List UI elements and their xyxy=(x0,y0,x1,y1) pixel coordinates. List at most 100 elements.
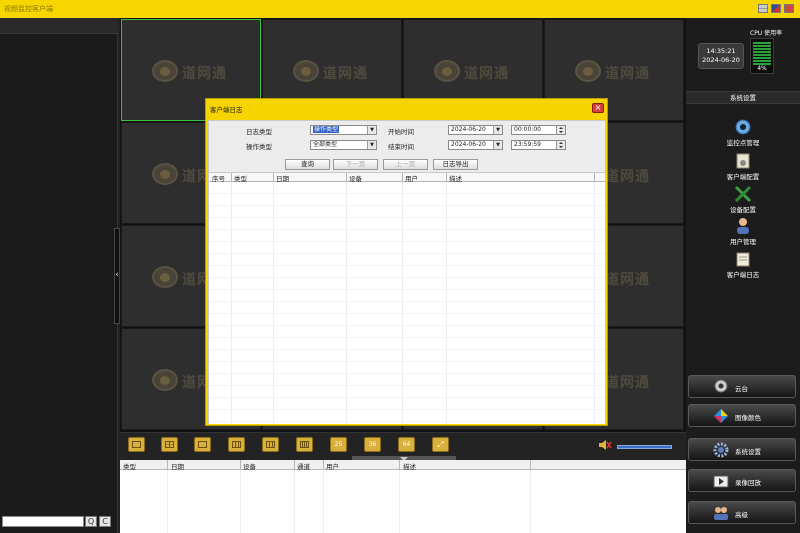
layout-16-button[interactable] xyxy=(296,437,313,452)
advanced-button[interactable]: 高级 xyxy=(688,501,796,524)
layout-1-button[interactable] xyxy=(128,437,145,452)
layout-8-icon xyxy=(266,441,275,448)
settings-icon xyxy=(713,442,729,458)
search-input[interactable] xyxy=(2,516,84,527)
chevron-down-icon: ▼ xyxy=(493,141,502,149)
playback-button[interactable]: 录像回放 xyxy=(688,469,796,492)
start-time-label: 开始时间 xyxy=(388,128,414,136)
layout-9-icon xyxy=(232,441,241,448)
log-table-body xyxy=(209,182,605,424)
watermark-text: 道网通 xyxy=(323,66,368,82)
ptz-button-label: 云台 xyxy=(735,385,748,393)
layout-9-button[interactable] xyxy=(228,437,245,452)
dialog-close-icon[interactable]: × xyxy=(592,103,604,113)
minimize-icon[interactable] xyxy=(758,4,768,13)
export-log-button[interactable]: 日志导出 xyxy=(433,159,478,170)
end-time-value: 23:59:59 xyxy=(514,141,541,148)
menu-client-log[interactable]: 客户端日志 xyxy=(704,250,782,280)
end-time-input[interactable]: 23:59:59 xyxy=(511,140,566,150)
close-icon[interactable] xyxy=(784,4,794,13)
watermark-logo: 道网通 xyxy=(575,58,655,84)
spinner-icon[interactable] xyxy=(556,141,565,149)
watermark-logo: 道网通 xyxy=(434,58,514,84)
cpu-bars xyxy=(753,42,771,65)
cloud-logo-icon xyxy=(152,60,178,82)
system-settings-header: 系统设置 xyxy=(686,91,800,104)
end-date-picker[interactable]: 2024-06-20 ▼ xyxy=(448,140,503,150)
user-icon xyxy=(737,218,749,234)
op-type-label: 操作类型 xyxy=(246,143,272,151)
layout-4-button[interactable] xyxy=(161,437,178,452)
tools-icon xyxy=(734,185,752,203)
window-title: 视频监控客户端 xyxy=(4,5,53,13)
system-settings-button[interactable]: 系统设置 xyxy=(688,438,796,461)
ptz-button[interactable]: 云台 xyxy=(688,375,796,398)
log-type-value: 操作类型 xyxy=(313,126,340,133)
op-type-select[interactable]: 全部类型 ▼ xyxy=(310,140,377,150)
log-filters: 日志类型 操作类型 ▼ 操作类型 全部类型 ▼ 开始时间 2024-06-20 … xyxy=(209,121,605,173)
event-log-table: 类型 日期 设备 通道 用户 描述 xyxy=(120,460,686,533)
advanced-button-label: 高级 xyxy=(735,511,748,519)
watermark-text: 道网通 xyxy=(605,169,650,185)
start-time-value: 00:00:00 xyxy=(514,126,541,133)
layout-6-button[interactable] xyxy=(194,437,211,452)
image-color-button-label: 图像颜色 xyxy=(735,414,761,422)
menu-user-management[interactable]: 用户管理 xyxy=(704,217,782,247)
menu-client-config[interactable]: 客户端配置 xyxy=(704,152,782,182)
mute-icon[interactable] xyxy=(598,438,612,452)
layout-16-icon xyxy=(300,441,309,448)
menu-camera-management-label: 监控点管理 xyxy=(726,139,760,147)
layout-6-icon xyxy=(198,441,207,448)
playback-button-label: 录像回放 xyxy=(735,479,761,487)
event-col-description: 描述 xyxy=(403,463,416,471)
start-time-input[interactable]: 00:00:00 xyxy=(511,125,566,135)
layout-64-button[interactable]: 64 xyxy=(398,437,415,452)
menu-camera-management[interactable]: 监控点管理 xyxy=(704,118,782,148)
cloud-logo-icon xyxy=(152,369,178,391)
maximize-icon[interactable] xyxy=(771,4,781,13)
chevron-down-icon: ▼ xyxy=(367,141,376,149)
clock-date: 2024-06-20 xyxy=(702,56,740,64)
refresh-icon[interactable]: C xyxy=(99,516,111,527)
end-time-label: 结束时间 xyxy=(388,143,414,151)
volume-slider[interactable] xyxy=(617,445,672,449)
event-col-channel: 通道 xyxy=(297,463,310,471)
watermark-logo: 道网通 xyxy=(152,58,232,84)
cloud-logo-icon xyxy=(293,60,319,82)
spinner-icon[interactable] xyxy=(556,126,565,134)
watermark-logo: 道网通 xyxy=(293,58,373,84)
query-button[interactable]: 查询 xyxy=(285,159,330,170)
layout-4-icon xyxy=(165,441,174,448)
system-settings-button-label: 系统设置 xyxy=(735,448,761,456)
prev-page-button[interactable]: 上一页 xyxy=(383,159,428,170)
watermark-text: 道网通 xyxy=(605,375,650,391)
log-type-select[interactable]: 操作类型 ▼ xyxy=(310,125,377,135)
layout-25-button[interactable]: 25 xyxy=(330,437,347,452)
log-table-header: 序号 类型 日期 设备 用户 描述 xyxy=(209,173,605,183)
start-date-picker[interactable]: 2024-06-20 ▼ xyxy=(448,125,503,135)
menu-device-config[interactable]: 设备配置 xyxy=(704,185,782,215)
app-window: 视频监控客户端 Q C ‹ 道网通道网通道网通道网通道网通道网通道网通道网通道网… xyxy=(0,0,800,533)
dialog-title: 客户端日志 xyxy=(210,106,243,114)
event-col-date: 日期 xyxy=(171,463,184,471)
ptz-icon xyxy=(714,379,728,393)
op-type-value: 全部类型 xyxy=(313,141,338,148)
client-log-dialog: 客户端日志 × 日志类型 操作类型 ▼ 操作类型 全部类型 ▼ 开始时间 202… xyxy=(205,98,608,426)
start-date-value: 2024-06-20 xyxy=(451,126,486,133)
device-tree-header xyxy=(0,18,118,34)
event-log-header: 类型 日期 设备 通道 用户 描述 xyxy=(120,460,686,471)
watermark-text: 道网通 xyxy=(182,66,227,82)
fullscreen-icon[interactable]: ⤢ xyxy=(432,437,449,452)
event-col-device: 设备 xyxy=(243,463,256,471)
event-col-type: 类型 xyxy=(123,463,136,471)
layout-8-button[interactable] xyxy=(262,437,279,452)
search-icon[interactable]: Q xyxy=(85,516,97,527)
image-color-button[interactable]: 图像颜色 xyxy=(688,404,796,427)
event-col-user: 用户 xyxy=(326,463,339,471)
next-page-button[interactable]: 下一页 xyxy=(333,159,378,170)
menu-user-management-label: 用户管理 xyxy=(730,238,756,246)
layout-36-button[interactable]: 36 xyxy=(364,437,381,452)
camera-icon xyxy=(735,119,751,135)
title-bar: 视频监控客户端 xyxy=(0,0,800,18)
clock-time: 14:35:21 xyxy=(706,47,736,55)
